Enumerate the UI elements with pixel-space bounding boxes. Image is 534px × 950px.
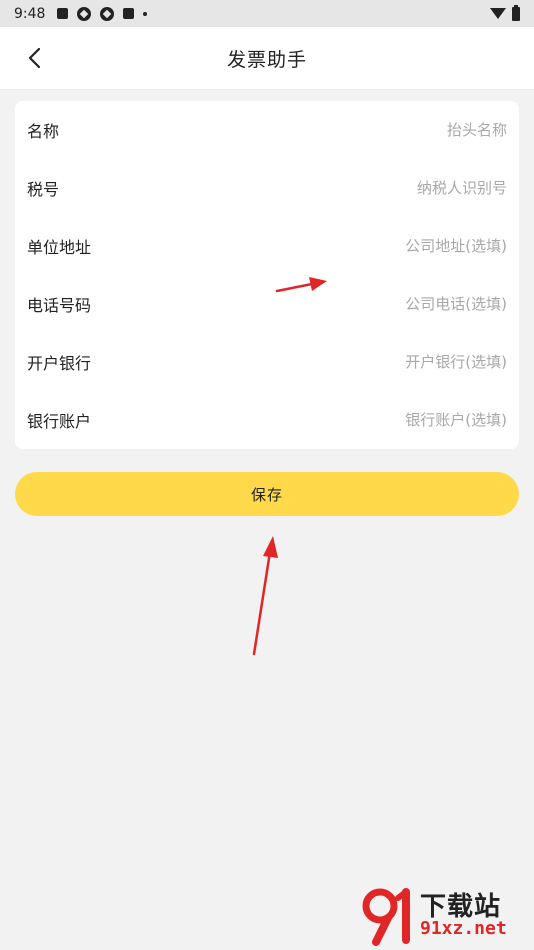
name-input[interactable]: [267, 121, 507, 139]
address-input[interactable]: [267, 237, 507, 255]
watermark: 下载站 91xz.net: [358, 884, 528, 946]
form-row-tax-id: 税号: [27, 159, 507, 217]
name-label: 名称: [27, 122, 60, 141]
phone-input[interactable]: [267, 295, 507, 313]
watermark-url: 91xz.net: [420, 918, 507, 939]
bank-account-input[interactable]: [267, 411, 507, 429]
notification-app-icon: [77, 6, 92, 21]
form-row-phone: 电话号码: [27, 275, 507, 333]
form-row-bank: 开户银行: [27, 333, 507, 391]
bank-input[interactable]: [267, 353, 507, 371]
save-button[interactable]: 保存: [15, 472, 519, 516]
tax-id-input[interactable]: [267, 179, 507, 197]
invoice-form: 名称 税号 单位地址 电话号码 开户银行 银行账户: [15, 101, 519, 449]
back-button[interactable]: [22, 46, 46, 70]
form-row-address: 单位地址: [27, 217, 507, 275]
bank-label: 开户银行: [27, 354, 92, 373]
status-time: 9:48: [14, 5, 46, 22]
notification-square-icon: [57, 8, 69, 19]
app-header: 发票助手: [0, 27, 534, 90]
bank-account-label: 银行账户: [27, 412, 92, 431]
notification-icons: [57, 6, 148, 21]
phone-label: 电话号码: [27, 296, 92, 315]
notification-square-icon: [123, 8, 135, 19]
tax-id-label: 税号: [27, 180, 60, 199]
address-label: 单位地址: [27, 238, 92, 257]
battery-icon: [512, 4, 520, 21]
notification-app-icon: [100, 6, 115, 21]
form-row-bank-account: 银行账户: [27, 391, 507, 449]
watermark-logo-icon: [362, 888, 410, 946]
page-title: 发票助手: [226, 48, 307, 71]
annotation-arrow-icon: [252, 536, 278, 656]
chevron-left-icon: [28, 47, 41, 69]
wifi-icon: [490, 8, 506, 19]
more-notifications-icon: [143, 11, 148, 16]
form-row-name: 名称: [27, 101, 507, 159]
status-bar: 9:48: [0, 0, 534, 27]
